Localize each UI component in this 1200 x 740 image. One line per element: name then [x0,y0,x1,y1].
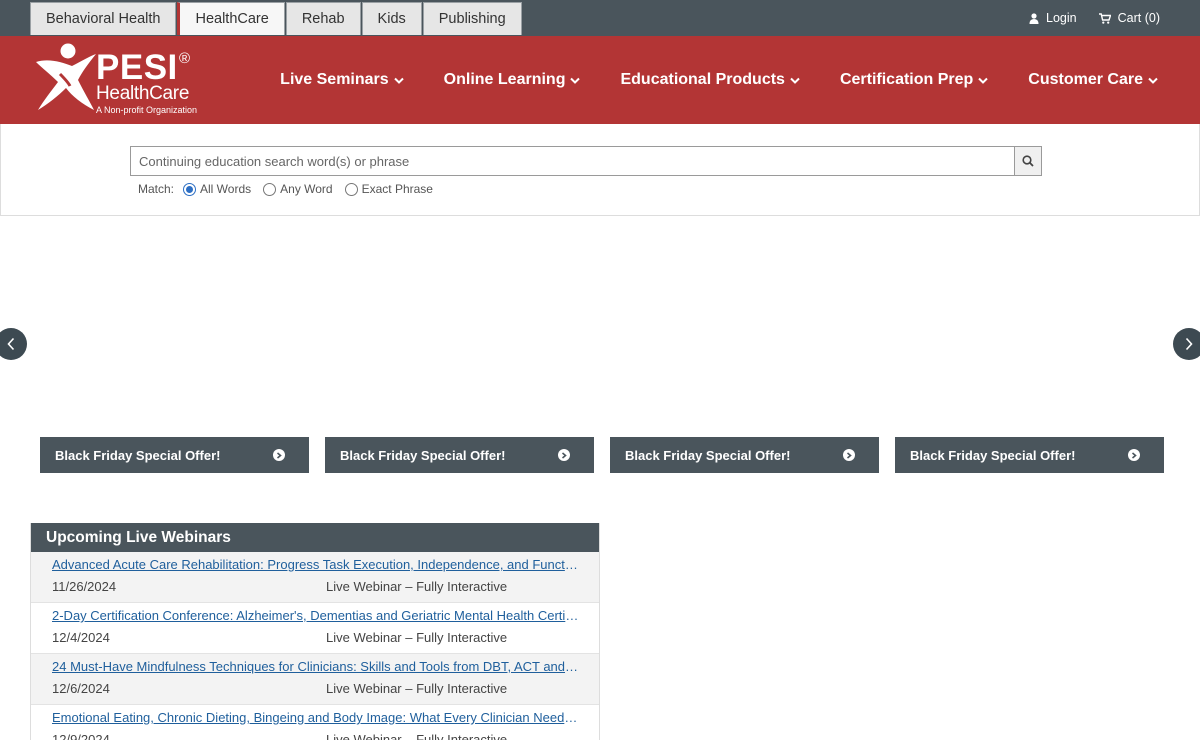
webinar-type: Live Webinar – Fully Interactive [326,579,508,594]
nav-educational-products[interactable]: Educational Products [620,71,800,89]
webinar-item: 24 Must-Have Mindfulness Techniques for … [31,654,599,705]
site-tabs: Behavioral Health HealthCare Rehab Kids … [30,2,523,35]
logo-tagline: A Non-profit Organization [96,105,198,115]
chevron-circle-right-icon [273,449,285,461]
webinar-date: 12/4/2024 [52,630,110,645]
tab-behavioral-health[interactable]: Behavioral Health [30,2,177,35]
tab-publishing[interactable]: Publishing [422,2,522,35]
match-exact-phrase[interactable]: Exact Phrase [344,182,433,196]
radio-button[interactable] [344,182,358,196]
chevron-down-icon [570,77,581,84]
chevron-circle-right-icon [1128,449,1140,461]
webinars-title: Upcoming Live Webinars [31,523,599,552]
pesi-logo[interactable]: PESI ® HealthCare A Non-profit Organizat… [32,42,212,118]
radio-label: Any Word [280,182,333,196]
chevron-circle-right-icon [843,449,855,461]
tab-healthcare[interactable]: HealthCare [177,2,285,35]
webinar-item: Emotional Eating, Chronic Dieting, Binge… [31,705,599,740]
nav-online-learning[interactable]: Online Learning [444,71,581,89]
main-header: PESI ® HealthCare A Non-profit Organizat… [0,36,1200,124]
webinar-date: 12/6/2024 [52,681,110,696]
carousel-prev-button[interactable] [0,328,27,360]
nav-customer-care[interactable]: Customer Care [1028,71,1158,89]
figure-logo-icon [36,43,96,110]
cart-label: Cart (0) [1117,11,1160,25]
webinar-item: 2-Day Certification Conference: Alzheime… [31,603,599,654]
chevron-down-icon [790,77,800,84]
upcoming-webinars-panel: Upcoming Live Webinars Advanced Acute Ca… [30,523,600,740]
chevron-down-icon [1148,77,1158,84]
nav-certification-prep[interactable]: Certification Prep [839,71,989,89]
webinar-item: Advanced Acute Care Rehabilitation: Prog… [31,552,599,603]
webinar-link[interactable]: 2-Day Certification Conference: Alzheime… [52,606,579,626]
offer-link[interactable]: Black Friday Special Offer! [610,437,879,473]
search-input[interactable] [130,146,1015,176]
utility-links: Login Cart (0) [1029,0,1160,36]
user-icon [1029,12,1039,24]
chevron-down-icon [978,77,989,84]
offer-link[interactable]: Black Friday Special Offer! [325,437,594,473]
search-section: Match: All Words Any Word Exact Phrase [0,124,1200,216]
cart-icon [1098,12,1111,24]
logo-subtitle: HealthCare [96,83,190,104]
radio-label: All Words [200,182,252,196]
chevron-left-icon [7,337,15,351]
logo-registered-mark: ® [179,50,191,67]
chevron-down-icon [393,77,404,84]
nav-label: Certification Prep [839,71,974,88]
offer-links: Black Friday Special Offer! Black Friday… [40,437,1164,473]
webinar-date: 11/26/2024 [52,579,117,594]
webinar-type: Live Webinar – Fully Interactive [326,681,508,696]
search-button[interactable] [1014,146,1042,176]
tab-rehab[interactable]: Rehab [285,2,361,35]
webinar-link[interactable]: Emotional Eating, Chronic Dieting, Binge… [52,708,579,728]
logo-brand: PESI [96,48,178,87]
chevron-circle-right-icon [558,449,570,461]
nav-label: Customer Care [1028,71,1143,88]
offer-label: Black Friday Special Offer! [55,447,221,463]
login-link[interactable]: Login [1029,11,1077,25]
match-any-word[interactable]: Any Word [263,182,333,196]
offer-link[interactable]: Black Friday Special Offer! [895,437,1164,473]
webinar-date: 12/9/2024 [52,732,110,740]
search-icon [1022,155,1034,167]
offer-label: Black Friday Special Offer! [910,447,1076,463]
webinar-type: Live Webinar – Fully Interactive [326,732,508,740]
offer-label: Black Friday Special Offer! [625,447,791,463]
nav-live-seminars[interactable]: Live Seminars [280,71,404,89]
nav-label: Live Seminars [280,71,389,88]
carousel-next-button[interactable] [1173,328,1200,360]
radio-label: Exact Phrase [361,182,433,196]
tab-kids[interactable]: Kids [361,2,422,35]
webinar-type: Live Webinar – Fully Interactive [326,630,508,645]
site-topbar: Behavioral Health HealthCare Rehab Kids … [0,0,1200,36]
webinar-link[interactable]: 24 Must-Have Mindfulness Techniques for … [52,657,579,677]
offer-link[interactable]: Black Friday Special Offer! [40,437,309,473]
nav-label: Online Learning [443,71,566,88]
login-label: Login [1046,11,1077,25]
main-nav: Live Seminars Online Learning Educationa… [280,36,1158,124]
match-label: Match: [138,182,175,196]
match-all-words[interactable]: All Words [183,182,251,196]
nav-label: Educational Products [620,71,785,88]
radio-button[interactable] [263,182,277,196]
match-options: Match: All Words Any Word Exact Phrase [138,182,445,196]
offer-label: Black Friday Special Offer! [340,447,506,463]
webinar-link[interactable]: Advanced Acute Care Rehabilitation: Prog… [52,555,579,575]
cart-link[interactable]: Cart (0) [1098,11,1160,25]
radio-button[interactable] [183,182,197,196]
chevron-right-icon [1185,337,1193,351]
